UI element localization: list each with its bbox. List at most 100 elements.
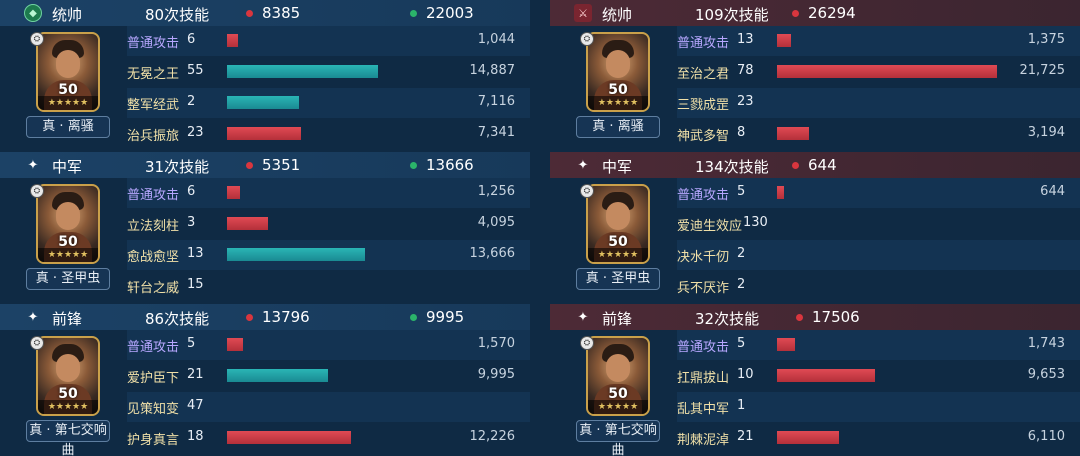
skill-row[interactable]: 轩台之威 15 [127,271,530,301]
damage-bar [227,127,301,140]
skill-damage-value: 1,743 [1027,336,1065,351]
skill-name: 爱迪生效应 [677,219,743,234]
troop-type-icon: ⛭ [580,184,594,198]
damage-bar [227,338,243,351]
skill-name: 神武多智 [677,129,730,144]
troop-type-icon: ⛭ [30,32,44,46]
skill-use-count: 8 [737,125,746,140]
skill-row[interactable]: 乱其中军 1 [677,392,1080,422]
skill-row[interactable]: 三戮成罡 23 [677,88,1080,118]
skill-damage-value: 21,725 [1019,63,1066,78]
damage-bar [227,34,238,47]
skill-row[interactable]: 普通攻击 5 1,743 [677,330,1080,360]
general-section[interactable]: ⚔ 统帅 109次技能 26294 50 ★★★★★ ⛭ 真 · 离骚 普通攻击 13 1,375 至… [550,0,1080,151]
skill-row[interactable]: 扛鼎拔山 10 9,653 [677,361,1080,391]
general-portrait[interactable]: 50 ★★★★★ [586,32,650,112]
skill-row[interactable]: 治兵振旅 23 7,341 [127,119,530,149]
skill-list: 普通攻击 5 1,743 扛鼎拔山 10 9,653 乱其中军 1 荆棘泥淖 21 6,110 [677,330,1080,455]
skill-use-count: 5 [737,184,746,199]
damage-dealt-dot-icon [796,314,803,321]
skill-name: 愈战愈坚 [127,250,180,265]
skill-row[interactable]: 普通攻击 5 1,570 [127,330,530,360]
skill-row[interactable]: 普通攻击 6 1,256 [127,178,530,208]
skill-damage-value: 1,375 [1027,32,1065,47]
skill-use-count: 6 [187,32,196,47]
skill-damage-value: 13,666 [469,246,516,261]
general-card[interactable]: 50 ★★★★★ ⛭ 真 · 圣甲虫 [550,178,677,303]
damage-dealt-dot-icon [246,10,253,17]
skill-cast-count: 109次技能 [695,6,769,24]
skill-name: 见策知变 [127,402,180,417]
skill-cast-count: 32次技能 [695,310,760,328]
star-rating: ★★★★★ [588,96,648,110]
star-rating: ★★★★★ [38,400,98,414]
general-card[interactable]: 50 ★★★★★ ⛭ 真 · 圣甲虫 [0,178,127,303]
section-header: ⚔ 统帅 109次技能 26294 [550,0,1080,26]
skill-row[interactable]: 决水千仞 2 [677,240,1080,270]
skill-use-count: 78 [737,63,754,78]
general-portrait[interactable]: 50 ★★★★★ [586,336,650,416]
damage-bar [227,431,351,444]
skill-row[interactable]: 爱护臣下 21 9,995 [127,361,530,391]
damage-bar [777,431,839,444]
skill-row[interactable]: 整军经武 2 7,116 [127,88,530,118]
general-section[interactable]: ✦ 前锋 86次技能 13796 9995 50 ★★★★★ ⛭ 真 · 第七交响曲 普通攻击 5 1… [0,304,530,456]
skill-row[interactable]: 荆棘泥淖 21 6,110 [677,423,1080,453]
heal-dot-icon [410,162,417,169]
general-section[interactable]: ✦ 前锋 32次技能 17506 50 ★★★★★ ⛭ 真 · 第七交响曲 普通攻击 5 1,743… [550,304,1080,456]
skill-row[interactable]: 护身真言 18 12,226 [127,423,530,453]
skill-damage-value: 1,044 [477,32,515,47]
general-portrait[interactable]: 50 ★★★★★ [586,184,650,264]
general-section[interactable]: ◆ 统帅 80次技能 8385 22003 50 ★★★★★ ⛭ 真 · 离骚 普通攻击 6 1,04… [0,0,530,151]
general-card[interactable]: 50 ★★★★★ ⛭ 真 · 离骚 [0,26,127,151]
skill-damage-value: 1,570 [477,336,515,351]
skill-use-count: 18 [187,429,204,444]
skill-row[interactable]: 无冕之王 55 14,887 [127,57,530,87]
damage-dealt-dot-icon [246,314,253,321]
general-card[interactable]: 50 ★★★★★ ⛭ 真 · 第七交响曲 [0,330,127,456]
star-rating: ★★★★★ [38,96,98,110]
general-portrait[interactable]: 50 ★★★★★ [36,336,100,416]
skill-name: 普通攻击 [127,188,180,203]
skill-list: 普通攻击 5 644 爱迪生效应 130 决水千仞 2 兵不厌诈 2 [677,178,1080,303]
general-portrait[interactable]: 50 ★★★★★ [36,32,100,112]
skill-row[interactable]: 普通攻击 6 1,044 [127,26,530,56]
damage-bar [777,127,809,140]
general-section[interactable]: ✦ 中军 134次技能 644 50 ★★★★★ ⛭ 真 · 圣甲虫 普通攻击 5 644 爱迪生效应… [550,152,1080,303]
portrait-face [606,50,630,78]
skill-row[interactable]: 神武多智 8 3,194 [677,119,1080,149]
skill-name: 扛鼎拔山 [677,371,730,386]
skill-row[interactable]: 爱迪生效应 130 [677,209,1080,239]
skill-use-count: 13 [737,32,754,47]
section-header: ✦ 中军 134次技能 644 [550,152,1080,178]
skill-row[interactable]: 愈战愈坚 13 13,666 [127,240,530,270]
skill-damage-value: 9,995 [477,367,515,382]
skill-row[interactable]: 见策知变 47 [127,392,530,422]
skill-name: 普通攻击 [677,340,730,355]
skill-list: 普通攻击 13 1,375 至治之君 78 21,725 三戮成罡 23 神武多智 8 3,194 [677,26,1080,151]
damage-dealt-value: 13796 [262,308,310,326]
tactic-tag: 真 · 圣甲虫 [576,268,660,290]
skill-damage-value: 644 [1040,184,1065,199]
heal-dot-icon [410,10,417,17]
troop-type-icon: ⛭ [580,32,594,46]
heal-value: 13666 [426,156,474,174]
portrait-face [56,202,80,230]
general-card[interactable]: 50 ★★★★★ ⛭ 真 · 离骚 [550,26,677,151]
general-section[interactable]: ✦ 中军 31次技能 5351 13666 50 ★★★★★ ⛭ 真 · 圣甲虫 普通攻击 6 1,2… [0,152,530,303]
skill-use-count: 15 [187,277,204,292]
troop-type-icon: ⛭ [30,184,44,198]
general-portrait[interactable]: 50 ★★★★★ [36,184,100,264]
skill-use-count: 21 [737,429,754,444]
skill-row[interactable]: 兵不厌诈 2 [677,271,1080,301]
portrait-face [606,202,630,230]
skill-use-count: 47 [187,398,204,413]
skill-row[interactable]: 普通攻击 5 644 [677,178,1080,208]
skill-row[interactable]: 立法刻柱 3 4,095 [127,209,530,239]
section-header: ✦ 前锋 32次技能 17506 [550,304,1080,330]
skill-row[interactable]: 至治之君 78 21,725 [677,57,1080,87]
general-card[interactable]: 50 ★★★★★ ⛭ 真 · 第七交响曲 [550,330,677,456]
damage-bar [227,96,299,109]
skill-name: 普通攻击 [127,36,180,51]
skill-row[interactable]: 普通攻击 13 1,375 [677,26,1080,56]
